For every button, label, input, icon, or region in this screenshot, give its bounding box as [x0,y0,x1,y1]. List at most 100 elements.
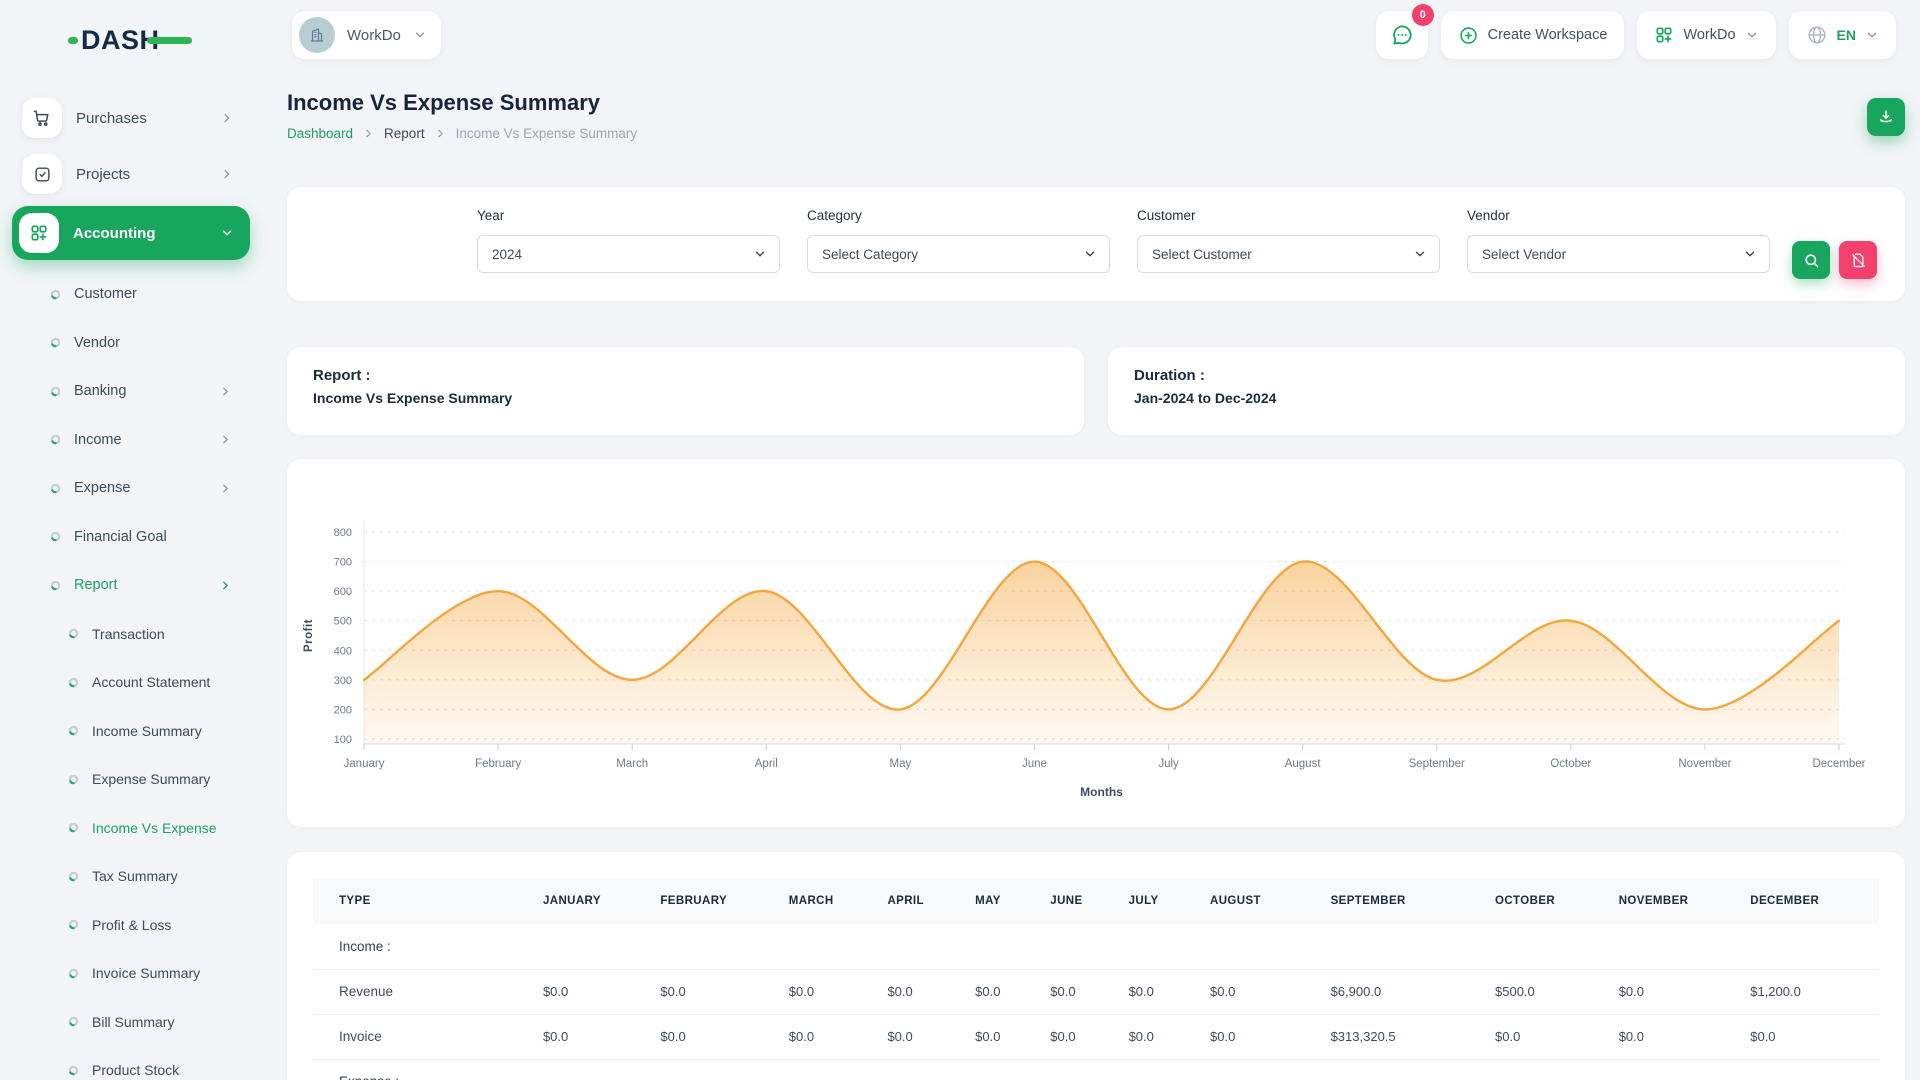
row-value: $0.0 [537,969,654,1014]
income-vs-expense-chart: 800700600500400300200100JanuaryFebruaryM… [287,475,1905,827]
messages-button[interactable]: 0 [1376,11,1428,59]
sidebar-item-report[interactable]: Report [12,561,250,610]
workspace-menu-button[interactable]: WorkDo [1637,11,1775,59]
report-card-title: Report : [313,367,1058,384]
row-type: Revenue [313,969,537,1014]
sidebar-item-label: Report [74,577,219,593]
row-value: $0.0 [1489,1014,1613,1059]
sidebar-item-accounting[interactable]: Accounting [12,206,250,260]
sidebar-item-financial-goal[interactable]: Financial Goal [12,513,250,562]
chart-card: 800700600500400300200100JanuaryFebruaryM… [287,459,1905,827]
bullet-icon [68,822,79,833]
breadcrumb-dashboard[interactable]: Dashboard [287,126,353,141]
row-value: $0.0 [1044,1014,1122,1059]
chevron-down-icon [1083,247,1097,261]
download-button[interactable] [1867,98,1905,136]
customer-select[interactable]: Select Customer [1137,235,1440,273]
chevron-down-icon [753,247,767,261]
breadcrumb-current: Income Vs Expense Summary [456,126,638,141]
reset-filter-button[interactable] [1839,241,1877,279]
row-value: $0.0 [969,1014,1044,1059]
sidebar-item-label: Profit & Loss [92,917,232,933]
row-value: $1,200.0 [1744,969,1879,1014]
sidebar-item-projects[interactable]: Projects [16,150,246,198]
row-value: $0.0 [1744,1014,1879,1059]
bullet-icon [50,531,61,542]
sidebar-item-customer[interactable]: Customer [12,270,250,319]
logo: DASH [12,18,250,94]
sidebar-item-label: Income Summary [92,723,232,739]
bullet-icon [50,386,61,397]
chevron-down-icon [1745,28,1759,42]
grid-plus-icon [1654,25,1674,45]
svg-text:700: 700 [334,557,352,569]
column-header: JANUARY [537,878,654,924]
bullet-icon [68,1016,79,1027]
apply-filter-button[interactable] [1792,241,1830,279]
svg-text:June: June [1022,758,1047,770]
year-select[interactable]: 2024 [477,235,780,273]
svg-text:800: 800 [334,527,352,539]
sidebar-item-label: Banking [74,383,219,399]
grid-plus-icon [19,213,59,253]
report-card: Report : Income Vs Expense Summary [287,347,1084,435]
language-selector[interactable]: EN [1789,11,1896,59]
sidebar-item-expense[interactable]: Expense [12,464,250,513]
row-value: $0.0 [881,1014,969,1059]
column-header: MAY [969,878,1044,924]
svg-text:March: March [616,758,648,770]
customer-label: Customer [1137,208,1440,223]
page-title: Income Vs Expense Summary [287,90,1905,116]
svg-text:100: 100 [334,734,352,746]
row-value: $0.0 [1044,969,1122,1014]
duration-card: Duration : Jan-2024 to Dec-2024 [1108,347,1905,435]
profit-chart: 800700600500400300200100JanuaryFebruaryM… [287,475,1905,827]
table-card: TYPEJANUARYFEBRUARYMARCHAPRILMAYJUNEJULY… [287,852,1905,1080]
sidebar-item-banking[interactable]: Banking [12,367,250,416]
sidebar-item-tax-summary[interactable]: Tax Summary [12,852,250,901]
bullet-icon [68,774,79,785]
row-value: $0.0 [783,969,882,1014]
chevron-down-icon [1743,247,1757,261]
sidebar-item-expense-summary[interactable]: Expense Summary [12,755,250,804]
checklist-icon [22,154,62,194]
filter-category: Category Select Category [807,208,1110,301]
bullet-icon [50,337,61,348]
vendor-select[interactable]: Select Vendor [1467,235,1770,273]
sidebar-item-account-statement[interactable]: Account Statement [12,658,250,707]
sidebar-item-product-stock[interactable]: Product Stock [12,1046,250,1080]
table-section-row: Income : [313,924,1879,969]
filter-card: Year 2024 Category Select Category Custo… [287,187,1905,301]
sidebar-item-income-summary[interactable]: Income Summary [12,707,250,756]
row-value: $313,320.5 [1325,1014,1489,1059]
row-value: $0.0 [1204,969,1325,1014]
plus-circle-icon [1458,25,1479,46]
sidebar-item-purchases[interactable]: Purchases [16,94,246,142]
chevron-down-icon [1865,28,1879,42]
sidebar-item-bill-summary[interactable]: Bill Summary [12,998,250,1047]
sidebar-item-invoice-summary[interactable]: Invoice Summary [12,949,250,998]
chevron-right-icon [362,127,375,140]
svg-text:500: 500 [334,616,352,628]
sidebar-item-label: Customer [74,286,232,302]
svg-text:July: July [1158,758,1179,770]
row-value: $0.0 [1613,1014,1745,1059]
create-workspace-button[interactable]: Create Workspace [1441,11,1625,59]
sidebar-item-income-vs-expense[interactable]: Income Vs Expense [12,804,250,853]
sidebar-item-vendor[interactable]: Vendor [12,319,250,368]
row-value: $0.0 [969,969,1044,1014]
sidebar-item-transaction[interactable]: Transaction [12,610,250,659]
chevron-down-icon [1413,247,1427,261]
workspace-menu-label: WorkDo [1683,27,1735,43]
column-header: OCTOBER [1489,878,1613,924]
page-header: Income Vs Expense Summary Dashboard Repo… [287,82,1905,141]
category-select[interactable]: Select Category [807,235,1110,273]
sidebar-item-income[interactable]: Income [12,416,250,465]
sidebar-item-profit-loss[interactable]: Profit & Loss [12,901,250,950]
breadcrumb-report[interactable]: Report [384,126,425,141]
svg-text:August: August [1285,758,1322,770]
create-workspace-label: Create Workspace [1488,27,1608,43]
sidebar-item-label: Expense Summary [92,771,232,787]
workspace-switcher[interactable]: WorkDo [292,11,441,59]
sidebar-item-label: Tax Summary [92,868,232,884]
